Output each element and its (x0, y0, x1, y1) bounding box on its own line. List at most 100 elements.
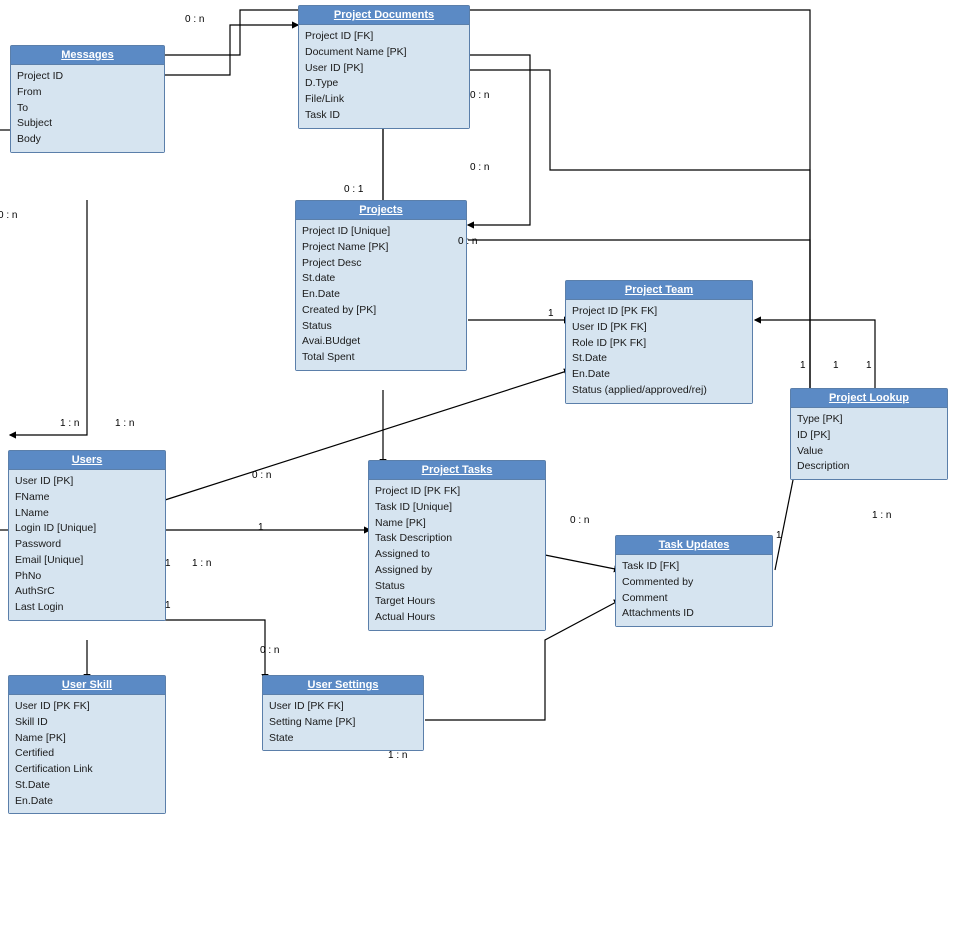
entity-project_team: Project TeamProject ID [PK FK]User ID [P… (565, 280, 753, 404)
rel-label-13: 1 (800, 360, 806, 371)
rel-label-11: 0 : n (570, 515, 589, 526)
field-user_settings: User ID [PK FK] (269, 699, 417, 715)
field-users: AuthSrC (15, 584, 159, 600)
field-project_tasks: Actual Hours (375, 610, 539, 626)
field-users: Login ID [Unique] (15, 521, 159, 537)
field-users: Email [Unique] (15, 553, 159, 569)
field-project_team: Project ID [PK FK] (572, 304, 746, 320)
field-task_updates: Task ID [FK] (622, 559, 766, 575)
field-user_skill: En.Date (15, 794, 159, 810)
field-users: PhNo (15, 569, 159, 585)
field-project_lookup: Value (797, 444, 941, 460)
entity-user_settings: User SettingsUser ID [PK FK]Setting Name… (262, 675, 424, 751)
rel-label-9: 1 (258, 522, 264, 533)
rel-label-0: 0 : n (185, 14, 204, 25)
rel-label-7: 1 : n (60, 418, 79, 429)
erd-diagram: Project DocumentsProject ID [FK]Document… (0, 0, 962, 937)
field-task_updates: Attachments ID (622, 606, 766, 622)
rel-label-2: 0 : n (470, 162, 489, 173)
field-users: Last Login (15, 600, 159, 616)
entity-header-user_settings: User Settings (263, 676, 423, 695)
entity-project_lookup: Project LookupType [PK]ID [PK]ValueDescr… (790, 388, 948, 480)
field-project_tasks: Assigned to (375, 547, 539, 563)
rel-label-5: 1 (548, 308, 554, 319)
field-user_skill: Certified (15, 746, 159, 762)
entity-projects: ProjectsProject ID [Unique]Project Name … (295, 200, 467, 371)
rel-label-8: 1 : n (115, 418, 134, 429)
rel-label-16: 1 : n (872, 510, 891, 521)
rel-label-10: 0 : n (252, 470, 271, 481)
field-project_team: Role ID [PK FK] (572, 336, 746, 352)
rel-label-18: 0 : n (260, 645, 279, 656)
field-users: LName (15, 506, 159, 522)
entity-project_tasks: Project Tasks Project ID [PK FK]Task ID [… (368, 460, 546, 631)
rel-label-14: 1 (833, 360, 839, 371)
rel-label-1: 0 : n (470, 90, 489, 101)
rel-label-15: 1 (866, 360, 872, 371)
entity-header-users: Users (9, 451, 165, 470)
rel-label-20: 1 : n (192, 558, 211, 569)
entity-header-messages: Messages (11, 46, 164, 65)
entity-header-project_documents: Project Documents (299, 6, 469, 25)
entity-body-user_settings: User ID [PK FK]Setting Name [PK]State (263, 695, 423, 750)
field-task_updates: Commented by (622, 575, 766, 591)
field-project_tasks: Target Hours (375, 594, 539, 610)
rel-label-12: 1 (776, 530, 782, 541)
field-project_documents: User ID [PK] (305, 61, 463, 77)
entity-header-project_team: Project Team (566, 281, 752, 300)
field-messages: Subject (17, 116, 158, 132)
field-user_settings: Setting Name [PK] (269, 715, 417, 731)
field-user_skill: Name [PK] (15, 731, 159, 747)
field-project_tasks: Status (375, 579, 539, 595)
entity-header-user_skill: User Skill (9, 676, 165, 695)
field-messages: From (17, 85, 158, 101)
entity-project_documents: Project DocumentsProject ID [FK]Document… (298, 5, 470, 129)
entity-header-project_lookup: Project Lookup (791, 389, 947, 408)
field-project_documents: File/Link (305, 92, 463, 108)
entity-task_updates: Task UpdatesTask ID [FK]Commented byComm… (615, 535, 773, 627)
field-project_documents: Project ID [FK] (305, 29, 463, 45)
entity-users: UsersUser ID [PK]FNameLNameLogin ID [Uni… (8, 450, 166, 621)
field-project_team: User ID [PK FK] (572, 320, 746, 336)
field-project_documents: Task ID (305, 108, 463, 124)
field-user_skill: User ID [PK FK] (15, 699, 159, 715)
field-projects: Project Name [PK] (302, 240, 460, 256)
entity-header-project_tasks: Project Tasks (369, 461, 545, 480)
entity-body-project_lookup: Type [PK]ID [PK]ValueDescription (791, 408, 947, 479)
entity-messages: Messages Project IDFromToSubjectBody (10, 45, 165, 153)
field-project_tasks: Assigned by (375, 563, 539, 579)
field-project_tasks: Name [PK] (375, 516, 539, 532)
field-user_skill: Skill ID (15, 715, 159, 731)
field-messages: Body (17, 132, 158, 148)
rel-label-21: 1 (165, 558, 171, 569)
field-projects: En.Date (302, 287, 460, 303)
field-projects: Status (302, 319, 460, 335)
field-project_lookup: ID [PK] (797, 428, 941, 444)
entity-header-task_updates: Task Updates (616, 536, 772, 555)
field-projects: Total Spent (302, 350, 460, 366)
field-project_lookup: Type [PK] (797, 412, 941, 428)
field-project_tasks: Project ID [PK FK] (375, 484, 539, 500)
entity-user_skill: User Skill User ID [PK FK]Skill IDName [P… (8, 675, 166, 814)
field-user_settings: State (269, 731, 417, 747)
field-projects: Project Desc (302, 256, 460, 272)
field-projects: Avai.BUdget (302, 334, 460, 350)
field-user_skill: Certification Link (15, 762, 159, 778)
field-messages: Project ID (17, 69, 158, 85)
field-project_tasks: Task ID [Unique] (375, 500, 539, 516)
field-projects: Project ID [Unique] (302, 224, 460, 240)
entity-body-users: User ID [PK]FNameLNameLogin ID [Unique]P… (9, 470, 165, 620)
field-user_skill: St.Date (15, 778, 159, 794)
field-projects: Created by [PK] (302, 303, 460, 319)
entity-body-projects: Project ID [Unique]Project Name [PK]Proj… (296, 220, 466, 370)
field-messages: To (17, 101, 158, 117)
rel-label-6: 0 : n (0, 210, 17, 221)
field-project_documents: D.Type (305, 76, 463, 92)
field-project_team: St.Date (572, 351, 746, 367)
field-project_tasks: Task Description (375, 531, 539, 547)
entity-body-task_updates: Task ID [FK]Commented byCommentAttachmen… (616, 555, 772, 626)
rel-label-3: 0 : 1 (344, 184, 363, 195)
entity-body-project_team: Project ID [PK FK]User ID [PK FK]Role ID… (566, 300, 752, 403)
field-users: User ID [PK] (15, 474, 159, 490)
field-project_team: Status (applied/approved/rej) (572, 383, 746, 399)
